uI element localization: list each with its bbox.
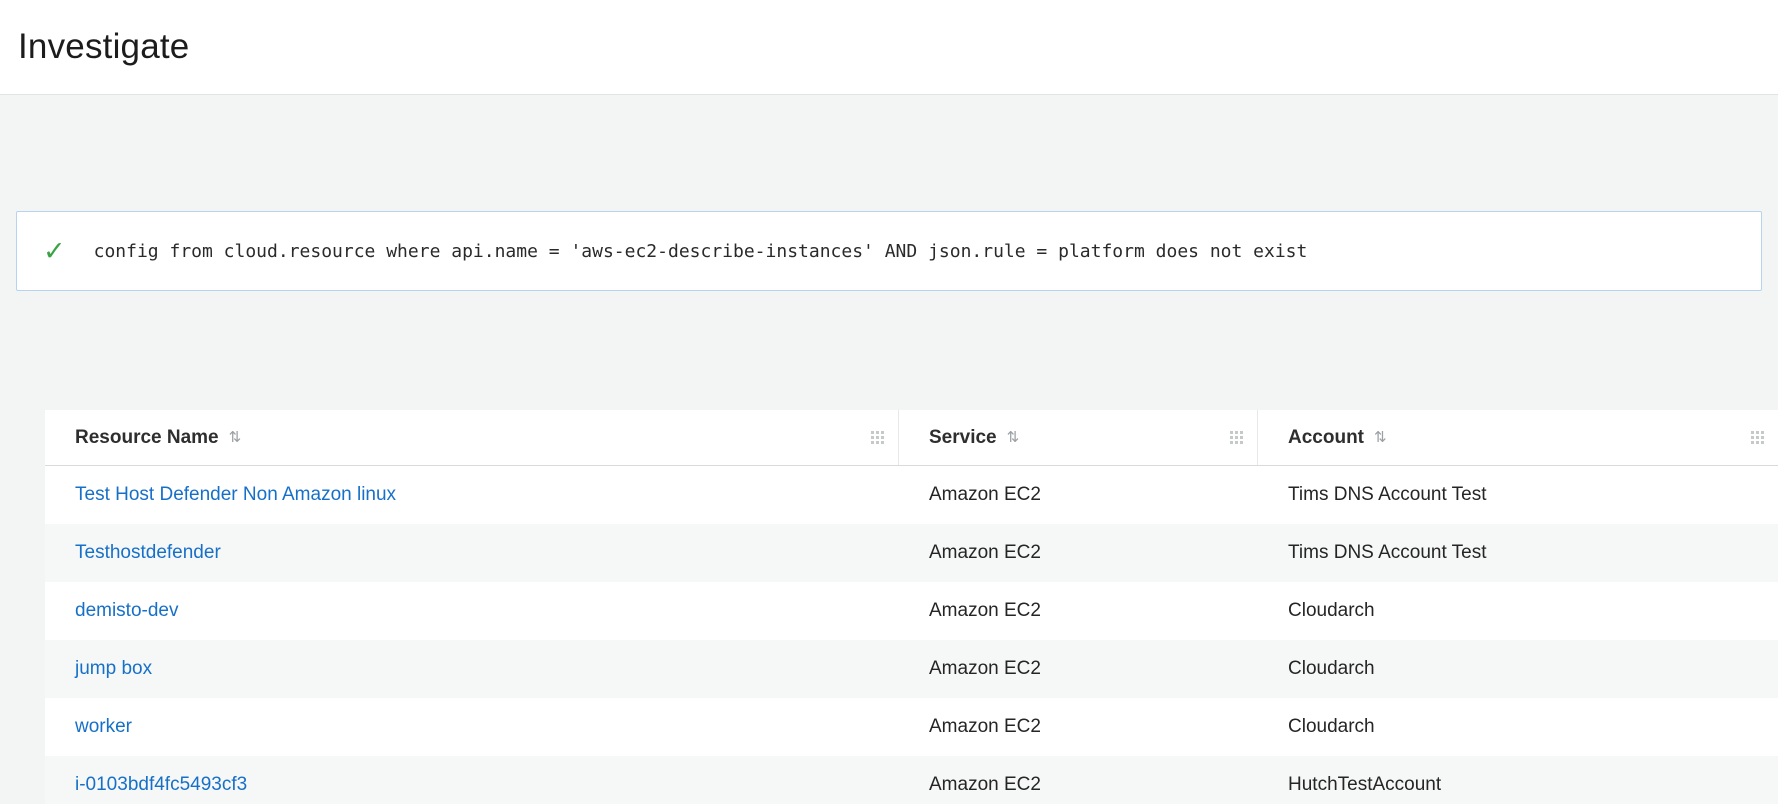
drag-handle-icon[interactable]	[1751, 431, 1764, 444]
column-header-account[interactable]: Account ⇅	[1258, 410, 1778, 465]
sort-icon[interactable]: ⇅	[1007, 430, 1020, 445]
table-row: worker Amazon EC2 Cloudarch	[45, 698, 1778, 756]
account-cell: Tims DNS Account Test	[1258, 484, 1778, 506]
resource-name-cell: Test Host Defender Non Amazon linux	[45, 484, 899, 506]
table-row: jump box Amazon EC2 Cloudarch	[45, 640, 1778, 698]
drag-handle-icon[interactable]	[1230, 431, 1243, 444]
page-header: Investigate	[0, 0, 1778, 95]
service-cell: Amazon EC2	[899, 658, 1258, 680]
account-cell: Tims DNS Account Test	[1258, 542, 1778, 564]
sort-icon[interactable]: ⇅	[1374, 430, 1387, 445]
resource-name-cell: jump box	[45, 658, 899, 680]
results-table: Resource Name ⇅ Service ⇅ Account ⇅ Test…	[45, 410, 1778, 804]
column-label: Service	[929, 427, 997, 449]
service-cell: Amazon EC2	[899, 774, 1258, 796]
service-cell: Amazon EC2	[899, 600, 1258, 622]
account-cell: HutchTestAccount	[1258, 774, 1778, 796]
account-cell: Cloudarch	[1258, 716, 1778, 738]
table-header-row: Resource Name ⇅ Service ⇅ Account ⇅	[45, 410, 1778, 466]
resource-link[interactable]: Test Host Defender Non Amazon linux	[75, 484, 396, 505]
resource-name-cell: demisto-dev	[45, 600, 899, 622]
service-cell: Amazon EC2	[899, 542, 1258, 564]
query-text[interactable]: config from cloud.resource where api.nam…	[94, 241, 1308, 262]
resource-name-cell: i-0103bdf4fc5493cf3	[45, 774, 899, 796]
sort-icon[interactable]: ⇅	[229, 430, 242, 445]
table-row: i-0103bdf4fc5493cf3 Amazon EC2 HutchTest…	[45, 756, 1778, 804]
column-header-resource-name[interactable]: Resource Name ⇅	[45, 410, 899, 465]
table-row: Testhostdefender Amazon EC2 Tims DNS Acc…	[45, 524, 1778, 582]
table-body: Test Host Defender Non Amazon linux Amaz…	[45, 466, 1778, 804]
resource-link[interactable]: Testhostdefender	[75, 542, 221, 563]
account-cell: Cloudarch	[1258, 658, 1778, 680]
page-title: Investigate	[18, 27, 189, 67]
column-header-service[interactable]: Service ⇅	[899, 410, 1258, 465]
resource-link[interactable]: jump box	[75, 658, 152, 679]
table-row: demisto-dev Amazon EC2 Cloudarch	[45, 582, 1778, 640]
resource-link[interactable]: worker	[75, 716, 132, 737]
resource-link[interactable]: demisto-dev	[75, 600, 179, 621]
resource-name-cell: Testhostdefender	[45, 542, 899, 564]
service-cell: Amazon EC2	[899, 484, 1258, 506]
check-icon: ✓	[43, 238, 66, 265]
resource-link[interactable]: i-0103bdf4fc5493cf3	[75, 774, 247, 795]
account-cell: Cloudarch	[1258, 600, 1778, 622]
resource-name-cell: worker	[45, 716, 899, 738]
table-row: Test Host Defender Non Amazon linux Amaz…	[45, 466, 1778, 524]
query-box[interactable]: ✓ config from cloud.resource where api.n…	[16, 211, 1762, 291]
column-label: Resource Name	[75, 427, 219, 449]
drag-handle-icon[interactable]	[871, 431, 884, 444]
service-cell: Amazon EC2	[899, 716, 1258, 738]
column-label: Account	[1288, 427, 1364, 449]
